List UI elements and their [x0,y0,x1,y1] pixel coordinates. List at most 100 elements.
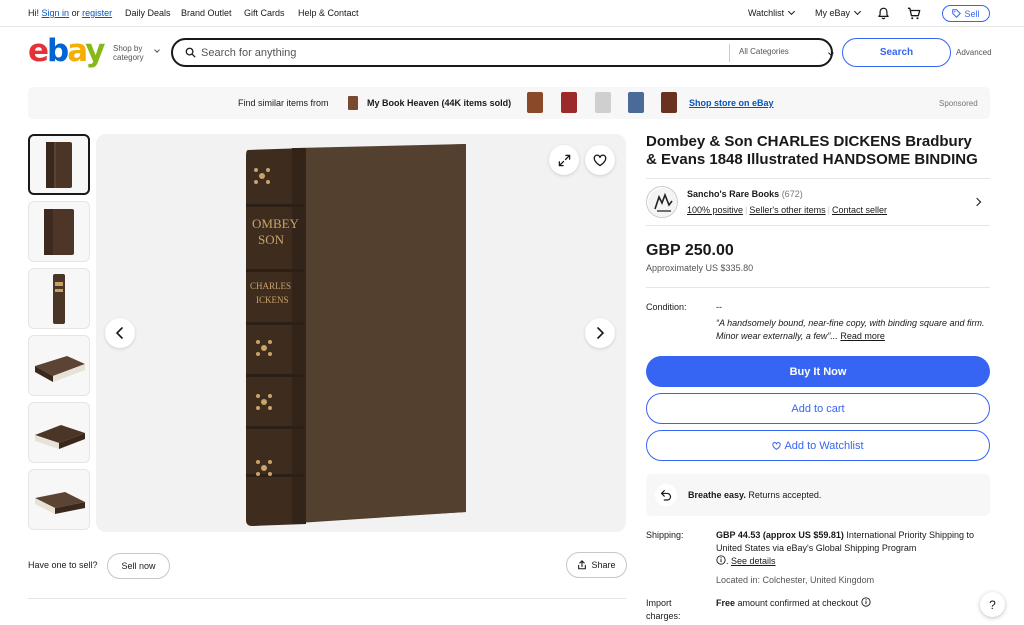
listing-title: Dombey & Son CHARLES DICKENS Bradbury & … [646,133,978,168]
approx-price: Approximately US $335.80 [646,263,753,273]
sign-in-link[interactable]: Sign in [42,8,70,18]
chevron-right-icon[interactable] [585,318,615,348]
shop-store-link[interactable]: Shop store on eBay [689,98,774,108]
store-name-text: My Book Heaven [367,98,440,108]
returns-detail: Returns accepted. [748,490,822,500]
seller-feedback-count: (672) [781,189,803,199]
import-charges-free: Free [716,598,736,608]
help-button[interactable]: ? [980,592,1005,617]
gallery-thumbnail[interactable] [28,402,90,463]
gift-cards-link[interactable]: Gift Cards [244,8,285,18]
store-logo [348,96,358,110]
search-button[interactable]: Search [842,38,951,67]
add-to-cart-button[interactable]: Add to cart [646,393,990,424]
daily-deals-link[interactable]: Daily Deals [125,8,171,18]
sponsored-store-banner: Find similar items from My Book Heaven (… [28,87,990,119]
approx-value: US $335.80 [705,263,754,273]
store-item-thumb[interactable] [527,92,543,113]
book-image [46,141,72,188]
sell-now-button[interactable]: Sell now [107,553,170,579]
brand-outlet-link[interactable]: Brand Outlet [181,8,232,18]
shop-by-category-button[interactable]: Shop by category [113,44,160,62]
info-icon[interactable] [861,597,871,607]
spine-line: SON [258,232,285,247]
gallery-thumbnail[interactable] [28,201,90,262]
positive-feedback-link[interactable]: 100% positive [687,205,743,215]
share-button[interactable]: Share [566,552,627,578]
info-icon [716,555,726,565]
chevron-left-icon[interactable] [105,318,135,348]
spine-title: OMBEY SON [252,216,299,248]
bell-icon[interactable] [877,7,890,23]
chevron-down-icon [828,50,834,56]
sponsored-label: Sponsored [939,99,978,108]
top-bar: Hi! Sign in or register Daily Deals Bran… [0,0,1024,27]
divider [646,287,990,288]
store-item-thumb[interactable] [595,92,611,113]
store-item-thumb[interactable] [561,92,577,113]
chevron-down-icon [853,7,862,16]
contact-seller-link[interactable]: Contact seller [832,205,887,215]
watchlist-label: Watchlist [748,8,785,18]
book-image [246,144,466,526]
store-item-thumb[interactable] [628,92,644,113]
store-item-thumb[interactable] [661,92,677,113]
gallery-thumbnail[interactable] [28,268,90,329]
cart-icon[interactable] [907,7,921,23]
help-contact-link[interactable]: Help & Contact [298,8,359,18]
ebay-logo[interactable]: ebay [28,33,105,69]
heart-icon [772,441,782,450]
shop-by-category-label: Shop by category [113,44,144,62]
approx-label: Approximately [646,263,704,273]
avatar [646,186,678,218]
price: GBP 250.00 [646,242,734,259]
book-image [53,273,65,324]
greeting: Hi! Sign in or register [28,8,112,18]
heart-icon[interactable] [585,145,615,175]
main-image[interactable]: OMBEY SON CHARLES ICKENS [96,134,626,532]
category-select[interactable]: All Categories [739,47,834,56]
add-to-watchlist-button[interactable]: Add to Watchlist [646,430,990,461]
store-count: (44K items sold) [441,98,512,108]
my-ebay-menu[interactable]: My eBay [815,7,862,18]
or-text: or [71,8,80,18]
my-ebay-label: My eBay [815,8,851,18]
search-bar: All Categories [171,38,834,67]
seller-name-text: Sancho's Rare Books [687,189,780,199]
sell-label: Sell [964,8,980,19]
sell-button[interactable]: Sell [942,5,990,22]
spine-line: OMBEY [252,216,299,231]
return-arrow-icon [655,484,677,506]
add-to-watchlist-label: Add to Watchlist [784,439,864,452]
buy-it-now-button[interactable]: Buy It Now [646,356,990,387]
shipping-cost: GBP 44.53 (approx US $59.81) [716,530,844,540]
see-details-link[interactable]: See details [731,556,776,566]
chevron-down-icon [154,47,160,53]
read-more-link[interactable]: Read more [840,331,885,341]
store-name[interactable]: My Book Heaven (44K items sold) [367,98,511,108]
divider [729,44,730,62]
spine-author: CHARLES ICKENS [250,279,291,307]
chevron-down-icon [788,7,796,16]
seller-name[interactable]: Sancho's Rare Books (672) [687,189,803,199]
book-image [44,208,74,255]
register-link[interactable]: register [82,8,112,18]
search-input[interactable] [201,45,721,61]
import-charges-label: Import charges: [646,598,681,621]
item-location: Located in: Colchester, United Kingdom [716,575,875,585]
watchlist-menu[interactable]: Watchlist [748,7,796,18]
gallery-thumbnail[interactable] [28,134,90,195]
seller-other-items-link[interactable]: Seller's other items [749,205,825,215]
shipping-details-row: . See details [716,555,990,568]
gallery-thumbnail[interactable] [28,335,90,396]
share-label: Share [591,560,616,570]
chevron-right-icon[interactable] [972,197,982,207]
item-description: “A handsomely bound, near-fine copy, wit… [716,317,992,343]
expand-icon[interactable] [549,145,579,175]
book-image [35,355,85,382]
advanced-search-link[interactable]: Advanced [956,48,992,57]
gallery-thumbnail[interactable] [28,469,90,530]
spine-line: CHARLES [250,281,292,291]
logo-letter: e [28,33,49,69]
seller-card[interactable]: Sancho's Rare Books (672) 100% positive |… [646,178,990,226]
